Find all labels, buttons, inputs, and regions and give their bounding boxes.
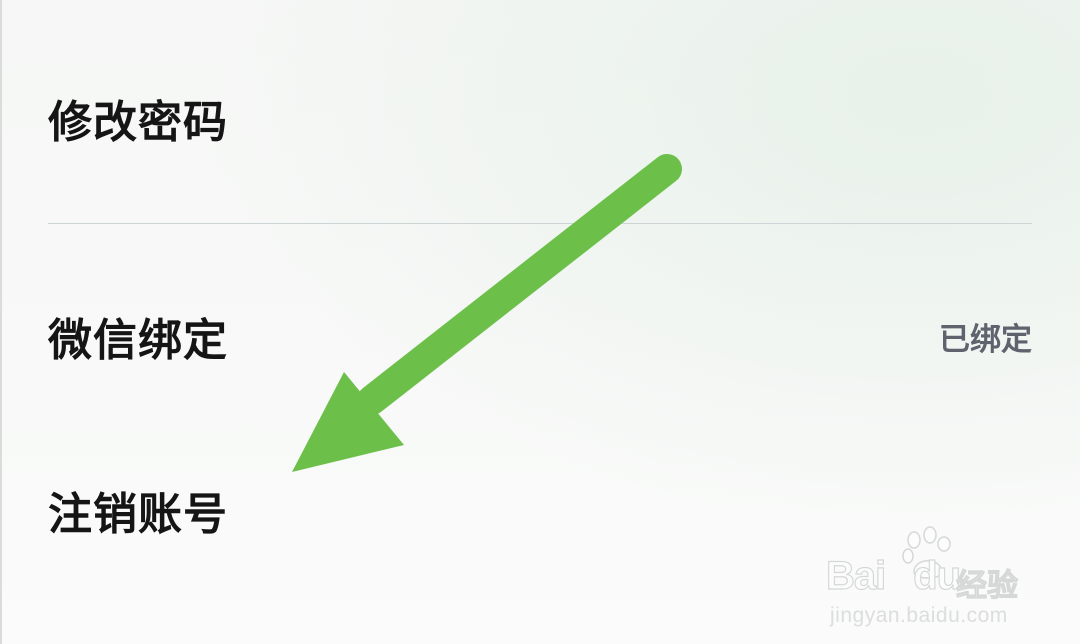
divider (48, 223, 1032, 224)
left-edge-line (0, 0, 2, 644)
wechat-binding-label: 微信绑定 (48, 315, 228, 366)
baidu-jingyan-watermark: Bai du 经验 jingyan.baidu.com (825, 526, 1026, 627)
watermark-url: jingyan.baidu.com (830, 604, 1008, 627)
settings-screen: 修改密码 微信绑定 已绑定 注销账号 Bai du 经验 jingyan.baid… (0, 0, 1080, 644)
setting-row-change-password[interactable]: 修改密码 (48, 86, 1032, 150)
change-password-label: 修改密码 (48, 97, 228, 148)
arrow-head (292, 372, 404, 472)
cancel-account-label: 注销账号 (48, 489, 228, 540)
watermark-logo: Bai du (825, 553, 961, 598)
setting-row-wechat-binding[interactable]: 微信绑定 已绑定 (48, 304, 1032, 368)
watermark-jingyan: 经验 (956, 568, 1019, 605)
wechat-binding-status: 已绑定 (939, 321, 1032, 358)
